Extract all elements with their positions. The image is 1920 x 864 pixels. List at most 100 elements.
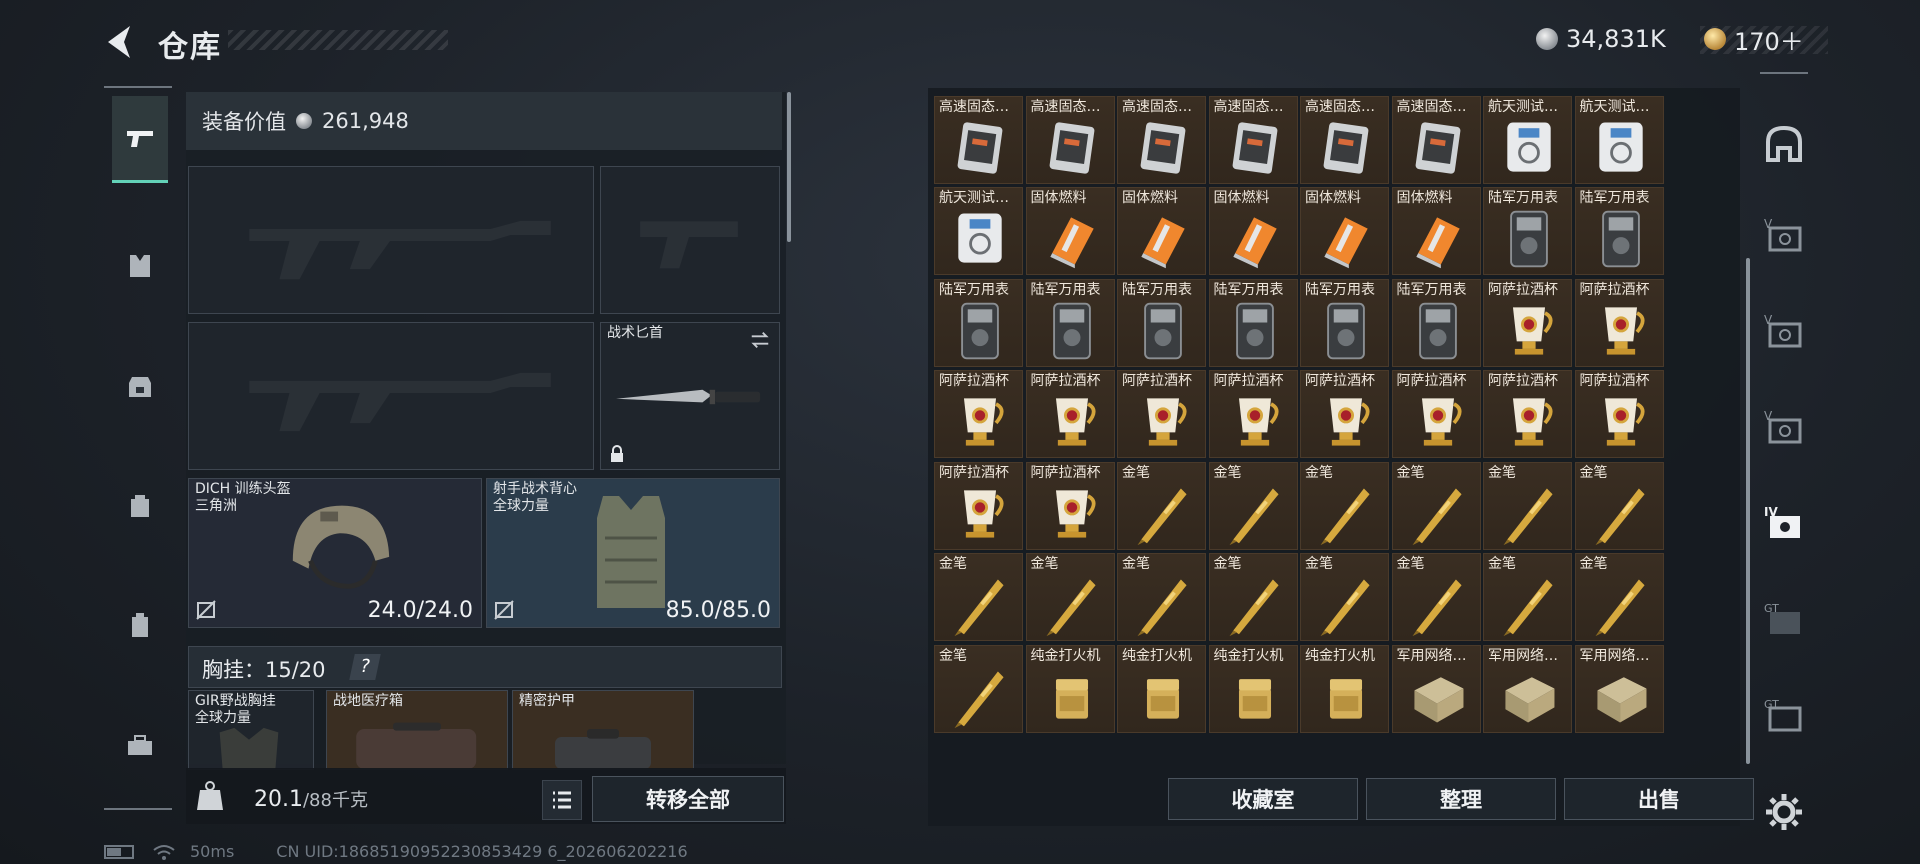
meter-icon xyxy=(1601,210,1640,268)
chest-item-1[interactable]: GIR野战胸挂 全球力量 xyxy=(188,690,314,770)
melee-slot[interactable]: 战术匕首 xyxy=(600,322,780,470)
storage-item[interactable]: 纯金打火机 xyxy=(1025,644,1115,733)
storage-item[interactable]: 纯金打火机 xyxy=(1300,644,1389,733)
storage-item[interactable]: 军用网络… xyxy=(1483,644,1572,733)
category-tier-gt-1[interactable]: GT xyxy=(1756,588,1812,652)
sidearm-slot[interactable] xyxy=(600,166,780,314)
storage-item[interactable]: 陆军万用表 xyxy=(1117,278,1206,367)
storage-item[interactable]: 陆军万用表 xyxy=(1391,278,1481,367)
tab-case[interactable] xyxy=(112,584,168,668)
storage-item[interactable]: 阿萨拉酒杯 xyxy=(1300,370,1389,458)
storage-item[interactable]: 金笔 xyxy=(1300,461,1389,550)
storage-item[interactable]: 阿萨拉酒杯 xyxy=(1117,370,1206,458)
back-button[interactable] xyxy=(100,20,144,64)
storage-item[interactable]: 阿萨拉酒杯 xyxy=(1574,278,1664,367)
storage-item[interactable]: 高速固态… xyxy=(1208,95,1298,184)
storage-item[interactable]: 阿萨拉酒杯 xyxy=(1483,370,1572,458)
storage-item[interactable]: 金笔 xyxy=(1025,553,1115,641)
storage-item[interactable]: 金笔 xyxy=(1208,553,1298,641)
category-tier-gt-2[interactable]: GT xyxy=(1756,684,1812,748)
storage-item[interactable]: 高速固态… xyxy=(934,95,1023,184)
storage-item[interactable]: 金笔 xyxy=(1574,461,1664,550)
storage-item[interactable]: 阿萨拉酒杯 xyxy=(1391,370,1481,458)
storage-scrollbar[interactable] xyxy=(1746,258,1750,764)
organize-button[interactable]: 整理 xyxy=(1366,778,1556,820)
storage-item[interactable]: 固体燃料 xyxy=(1391,187,1481,275)
storage-item[interactable]: 固体燃料 xyxy=(1300,187,1389,275)
pen-icon xyxy=(1320,488,1370,545)
storage-item[interactable]: 陆军万用表 xyxy=(1300,278,1389,367)
storage-item[interactable]: 金笔 xyxy=(1117,553,1206,641)
sell-button[interactable]: 出售 xyxy=(1564,778,1754,820)
secondary-weapon-slot[interactable] xyxy=(188,322,594,470)
storage-item[interactable]: 金笔 xyxy=(1117,461,1206,550)
storage-item[interactable]: 航天测试… xyxy=(1483,95,1572,184)
settings-button[interactable] xyxy=(1756,780,1812,844)
category-safehouse[interactable] xyxy=(1756,112,1812,176)
storage-item[interactable]: 高速固态… xyxy=(1117,95,1206,184)
storage-item[interactable]: 陆军万用表 xyxy=(1025,278,1115,367)
storage-item[interactable]: 高速固态… xyxy=(1025,95,1115,184)
cup-icon xyxy=(1146,398,1187,446)
storage-item[interactable]: 阿萨拉酒杯 xyxy=(1025,461,1115,550)
storage-item[interactable]: 金笔 xyxy=(1483,553,1572,641)
tab-weapons[interactable] xyxy=(112,96,168,183)
armor-slot[interactable]: 射手战术背心 全球力量 85.0/85.0 xyxy=(486,478,780,628)
tab-toolbox[interactable] xyxy=(112,704,168,788)
knife-name: 战术匕首 xyxy=(607,325,663,341)
storage-item[interactable]: 阿萨拉酒杯 xyxy=(934,370,1023,458)
tab-backpack-alt[interactable] xyxy=(112,344,168,428)
storage-item[interactable]: 航天测试… xyxy=(934,187,1023,275)
storage-item[interactable]: 阿萨拉酒杯 xyxy=(1208,370,1298,458)
storage-item[interactable]: 固体燃料 xyxy=(1117,187,1206,275)
gold-currency[interactable]: 170＋ xyxy=(1704,22,1804,56)
list-view-button[interactable] xyxy=(542,780,582,820)
help-button[interactable]: ? xyxy=(349,654,381,680)
storage-item[interactable]: 陆军万用表 xyxy=(1574,187,1664,275)
storage-item[interactable]: 阿萨拉酒杯 xyxy=(1483,278,1572,367)
storage-item[interactable]: 陆军万用表 xyxy=(934,278,1023,367)
storage-item[interactable]: 固体燃料 xyxy=(1025,187,1115,275)
storage-item[interactable]: 阿萨拉酒杯 xyxy=(934,461,1023,550)
category-tier-v-1[interactable]: V xyxy=(1756,204,1812,268)
helmet-slot[interactable]: DICH 训练头盔 三角洲 24.0/24.0 xyxy=(188,478,482,628)
storage-item[interactable]: 纯金打火机 xyxy=(1117,644,1206,733)
tab-backpack[interactable] xyxy=(112,464,168,548)
category-tier-iv[interactable]: IV xyxy=(1756,492,1812,556)
chest-item-3[interactable]: 精密护甲 xyxy=(512,690,694,770)
category-tier-v-2[interactable]: V xyxy=(1756,300,1812,364)
transfer-all-button[interactable]: 转移全部 xyxy=(592,776,784,822)
storage-item[interactable]: 阿萨拉酒杯 xyxy=(1025,370,1115,458)
chest-item-2[interactable]: 战地医疗箱 xyxy=(326,690,508,770)
collection-room-button[interactable]: 收藏室 xyxy=(1168,778,1358,820)
storage-item[interactable]: 纯金打火机 xyxy=(1208,644,1298,733)
storage-item[interactable]: 金笔 xyxy=(1483,461,1572,550)
storage-item[interactable]: 阿萨拉酒杯 xyxy=(1574,370,1664,458)
storage-item[interactable]: 军用网络… xyxy=(1391,644,1481,733)
storage-item[interactable]: 军用网络… xyxy=(1574,644,1664,733)
storage-item[interactable]: 高速固态… xyxy=(1391,95,1481,184)
storage-item[interactable]: 航天测试… xyxy=(1574,95,1664,184)
primary-weapon-slot[interactable] xyxy=(188,166,594,314)
category-tier-v-3[interactable]: V xyxy=(1756,396,1812,460)
storage-item[interactable]: 金笔 xyxy=(1391,461,1481,550)
swap-icon[interactable] xyxy=(749,329,771,351)
storage-item[interactable]: 金笔 xyxy=(1391,553,1481,641)
storage-item-name: 金笔 xyxy=(1305,556,1333,572)
storage-item-name: 金笔 xyxy=(1213,464,1242,481)
back-arrow-icon xyxy=(108,26,130,58)
storage-item[interactable]: 陆军万用表 xyxy=(1208,278,1298,367)
storage-item[interactable]: 金笔 xyxy=(934,644,1023,733)
storage-item[interactable]: 金笔 xyxy=(1574,553,1664,641)
pen-icon xyxy=(1137,488,1187,545)
tab-vest[interactable] xyxy=(112,224,168,308)
storage-item[interactable]: 陆军万用表 xyxy=(1483,187,1572,275)
storage-item[interactable]: 金笔 xyxy=(1300,553,1389,641)
storage-item[interactable]: 金笔 xyxy=(1208,461,1298,550)
storage-item[interactable]: 固体燃料 xyxy=(1208,187,1298,275)
storage-item[interactable]: 金笔 xyxy=(934,553,1023,641)
equipment-scrollbar[interactable] xyxy=(787,92,791,242)
storage-item-name: 高速固态… xyxy=(939,98,1009,115)
storage-item[interactable]: 高速固态… xyxy=(1300,95,1389,184)
armor-case-icon xyxy=(555,729,651,769)
